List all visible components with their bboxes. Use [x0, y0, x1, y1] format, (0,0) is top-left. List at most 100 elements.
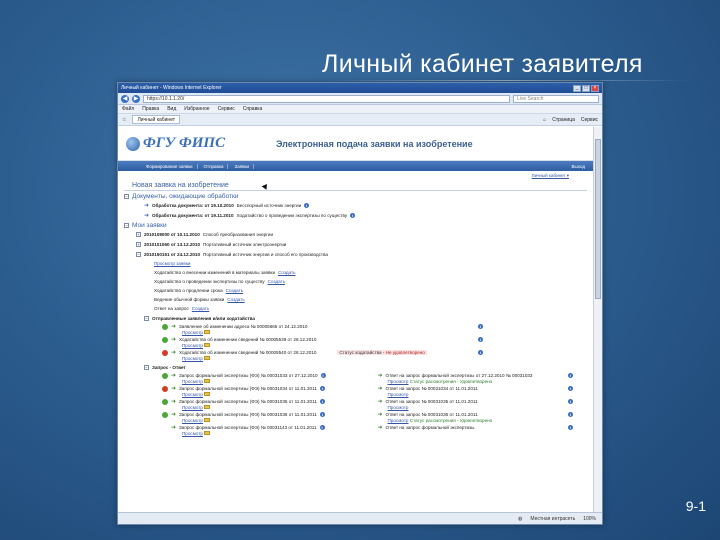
info-icon[interactable]: i — [478, 337, 483, 342]
back-icon[interactable]: ◀ — [121, 94, 129, 103]
info-icon[interactable]: i — [319, 386, 325, 391]
status-zone: Местная интрасеть — [530, 515, 576, 522]
collapse-icon[interactable]: − — [144, 364, 149, 370]
arrow-icon: ➜ — [171, 324, 177, 330]
logout-link[interactable]: Выход — [572, 164, 585, 169]
info-icon[interactable]: i — [304, 202, 310, 208]
site-header: ФГУ ФИПС Электронная подача заявки на из… — [118, 127, 593, 161]
menu-item-view[interactable]: Вид — [167, 106, 176, 112]
folder-icon[interactable] — [204, 379, 211, 383]
zoom-level[interactable]: 100% — [583, 516, 596, 522]
home-icon[interactable]: ⌂ — [543, 117, 546, 123]
request-item: ➜ Запрос формальной экспертизы (ФЭ) № 000… — [171, 425, 573, 436]
info-icon[interactable]: i — [350, 212, 356, 218]
slide-page-number: 9-1 — [685, 498, 706, 514]
collapse-icon[interactable]: − — [124, 223, 129, 228]
url-input[interactable]: https://10.1.1.20/ — [143, 94, 510, 103]
toolbar-tools[interactable]: Сервис — [581, 117, 598, 123]
doc-row[interactable]: ➜ Обработка документа: от 19.10.2010 Бес… — [144, 200, 593, 210]
info-icon[interactable]: i — [568, 425, 573, 430]
user-select[interactable]: Личный кабинет ▾ — [118, 171, 593, 180]
sent-item: ➜ Ходатайство об изменении сведений № 00… — [162, 336, 593, 349]
toolbar-page[interactable]: Страница — [552, 117, 575, 123]
menu-bar: Файл Правка Вид Избранное Сервис Справка — [118, 105, 602, 114]
favorites-bar: ☆ Личный кабинет ⌂ Страница Сервис — [118, 114, 602, 126]
vertical-scrollbar[interactable] — [593, 127, 602, 512]
site-heading: Электронная подача заявки на изобретение — [276, 138, 473, 149]
status-bar: ◍ Местная интрасеть 100% — [118, 512, 602, 524]
new-application-link[interactable]: Новая заявка на изобретение — [124, 180, 587, 191]
folder-icon[interactable] — [204, 431, 211, 435]
collapse-icon[interactable]: − — [136, 251, 141, 257]
site-nav: Формирование заявки Отправка Заявки Выхо… — [118, 161, 593, 171]
menu-item-tools[interactable]: Сервис — [218, 106, 235, 112]
folder-icon[interactable] — [204, 343, 211, 347]
info-icon[interactable]: i — [568, 373, 573, 378]
app-action-row: Ходатайство о продлении срока Создать — [154, 288, 244, 293]
maximize-button[interactable]: □ — [582, 84, 590, 92]
request-section-header[interactable]: − Запрос - Ответ — [136, 362, 593, 372]
folder-icon[interactable] — [204, 356, 211, 360]
tab-send[interactable]: Отправка — [200, 163, 229, 169]
info-icon[interactable]: i — [568, 412, 573, 417]
info-icon[interactable]: i — [319, 412, 325, 417]
info-icon[interactable]: i — [568, 386, 573, 391]
minimize-button[interactable]: _ — [573, 84, 581, 92]
doc-row[interactable]: ➜ Обработка документа: от 19.11.2010 Ход… — [144, 210, 593, 220]
arrow-icon: ➜ — [171, 386, 177, 392]
arrow-icon: ➜ — [377, 373, 383, 379]
status-badge: Статус ходатайства - Не удовлетворено — [337, 350, 427, 355]
tab-create[interactable]: Формирование заявки — [142, 163, 198, 169]
status-ok-icon — [162, 336, 168, 343]
folder-icon[interactable] — [204, 405, 211, 409]
menu-item-file[interactable]: Файл — [122, 106, 134, 112]
tab-applications[interactable]: Заявки — [230, 163, 255, 169]
site-logo[interactable]: ФГУ ФИПС — [126, 135, 276, 152]
browser-tab[interactable]: Личный кабинет — [132, 115, 181, 124]
status-ok-icon — [162, 411, 168, 418]
request-item: ➜ Запрос формальной экспертизы (ФЭ) № 000… — [162, 398, 593, 411]
folder-icon[interactable] — [204, 330, 211, 334]
close-button[interactable]: × — [591, 84, 599, 92]
app-action-row[interactable]: Просмотр заявки — [154, 259, 593, 268]
menu-item-help[interactable]: Справка — [243, 106, 263, 112]
forward-icon[interactable]: ▶ — [132, 94, 140, 103]
folder-icon[interactable] — [204, 418, 211, 422]
globe-icon: ◍ — [517, 515, 523, 522]
collapse-icon[interactable]: − — [144, 315, 149, 321]
logo-text: ФГУ ФИПС — [143, 135, 226, 151]
info-icon[interactable]: i — [478, 350, 483, 355]
arrow-icon: ➜ — [377, 386, 383, 392]
folder-icon[interactable] — [204, 392, 211, 396]
expand-icon[interactable]: + — [136, 231, 141, 237]
arrow-icon: ➜ — [171, 350, 177, 356]
status-ok-icon — [162, 372, 168, 379]
info-icon[interactable]: i — [478, 324, 483, 329]
my-apps-section-header[interactable]: − Мои заявки — [118, 220, 593, 229]
arrow-icon: ➜ — [144, 202, 150, 209]
expand-icon[interactable]: + — [136, 241, 141, 247]
window-title: Личный кабинет - Windows Internet Explor… — [121, 85, 222, 91]
scrollbar-thumb[interactable] — [595, 139, 601, 299]
application-row[interactable]: − 2010150161 от 24.12.2010 Портативный ис… — [136, 249, 593, 259]
search-input[interactable]: Live Search — [513, 94, 599, 103]
slide-title: Личный кабинет заявителя — [322, 50, 643, 78]
favorites-star-icon[interactable]: ☆ — [122, 117, 126, 123]
app-action-row: Ходатайство о проведении экспертизы по с… — [154, 279, 286, 284]
info-icon[interactable]: i — [568, 399, 573, 404]
address-bar: ◀ ▶ https://10.1.1.20/ Live Search — [118, 93, 602, 105]
info-icon[interactable]: i — [319, 425, 325, 430]
arrow-icon: ➜ — [171, 412, 177, 418]
menu-item-favorites[interactable]: Избранное — [184, 106, 209, 112]
info-icon[interactable]: i — [319, 399, 325, 404]
collapse-icon[interactable]: − — [124, 194, 129, 199]
sent-section-header[interactable]: − Отправленные заявления и/или ходатайст… — [136, 313, 593, 323]
info-icon[interactable]: i — [320, 373, 326, 378]
status-ok-icon — [162, 398, 168, 405]
docs-section-header[interactable]: − Документы, ожидающие обработки — [118, 191, 593, 200]
arrow-icon: ➜ — [171, 373, 177, 379]
application-row[interactable]: + 2010108000 от 10.11.2010 Способ преобра… — [136, 229, 593, 239]
application-row[interactable]: + 2010101060 от 13.12.2010 Портативный ис… — [136, 239, 593, 249]
arrow-icon: ➜ — [377, 425, 383, 431]
menu-item-edit[interactable]: Правка — [142, 106, 159, 112]
